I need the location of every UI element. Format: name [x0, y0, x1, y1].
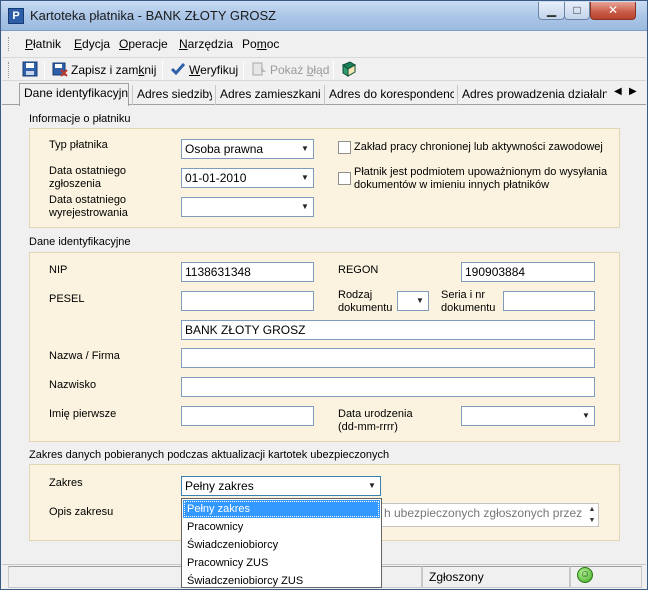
opis-scroll-arrows-icon[interactable]: ▲ ▼	[585, 504, 599, 526]
data-wyrejestrowania-label-line2: wyrejestrowania	[49, 207, 128, 219]
nip-field[interactable]: 1138631348	[181, 262, 314, 282]
zakres-option-pelny[interactable]: Pełny zakres	[183, 500, 380, 518]
data-urodzenia-label-line2: (dd-mm-rrrr)	[338, 421, 398, 433]
platnik-upowazniony-checkbox[interactable]	[338, 172, 351, 185]
zakres-select[interactable]: Pełny zakres ▼	[181, 476, 381, 496]
book-icon	[341, 61, 357, 77]
rodzaj-dokumentu-label-line1: Rodzaj	[338, 289, 373, 301]
tab-scroll-left-icon[interactable]: ◀	[614, 86, 622, 97]
save-close-icon	[52, 61, 68, 77]
regon-field[interactable]: 190903884	[461, 262, 595, 282]
chevron-down-icon[interactable]: ▼	[297, 169, 313, 187]
nazwa-firma-label: Nazwa / Firma	[49, 350, 120, 362]
app-window: P Kartoteka płatnika - BANK ZŁOTY GROSZ …	[0, 0, 648, 590]
typ-platnika-select[interactable]: Osoba prawna ▼	[181, 139, 314, 159]
typ-platnika-label: Typ płatnika	[49, 139, 108, 151]
data-zgloszenia-label-line1: Data ostatniego	[49, 165, 127, 177]
menu-platnik[interactable]: Płatnik	[25, 37, 61, 51]
menu-pomoc[interactable]: Pomoc	[242, 37, 279, 51]
section-title-ident: Dane identyfikacyjne	[29, 236, 131, 248]
menu-bar: Płatnik Edycja Operacje Narzędzia Pomoc	[2, 34, 646, 54]
title-bar[interactable]: P Kartoteka płatnika - BANK ZŁOTY GROSZ …	[1, 1, 647, 31]
menu-narzedzia[interactable]: Narzędzia	[179, 37, 233, 51]
data-zgloszenia-value: 01-01-2010	[185, 171, 247, 185]
tab-adres-siedziby[interactable]: Adres siedziby	[132, 85, 212, 105]
nazwisko-label: Nazwisko	[49, 379, 97, 391]
imie-label: Imię pierwsze	[49, 408, 117, 420]
data-wyrejestrowania-label-line1: Data ostatniego	[49, 194, 127, 206]
section-title-zakres: Zakres danych pobieranych podczas aktual…	[29, 449, 390, 461]
help-book-button[interactable]	[341, 60, 360, 80]
seria-dokumentu-label-line1: Seria i nr	[441, 289, 486, 301]
data-urodzenia-label-line1: Data urodzenia	[338, 408, 413, 420]
tab-adres-prowadzenia-dzialalnosci[interactable]: Adres prowadzenia działalnoś	[457, 85, 607, 105]
section-title-info: Informacje o płatniku	[29, 113, 131, 125]
regon-label: REGON	[338, 264, 379, 276]
save-icon	[22, 61, 38, 77]
toolbar-separator	[162, 61, 163, 79]
seria-dokumentu-field[interactable]	[503, 291, 595, 311]
menu-edycja[interactable]: Edycja	[74, 37, 110, 51]
tab-scroll-right-icon[interactable]: ▶	[629, 86, 637, 97]
tab-strip: Dane identyfikacyjne Adres siedziby Adre…	[2, 83, 646, 106]
toolbar-separator	[243, 61, 244, 79]
chevron-down-icon[interactable]: ▼	[412, 292, 428, 310]
nip-label: NIP	[49, 264, 68, 276]
chevron-down-icon[interactable]: ▼	[364, 477, 380, 495]
toolbar: Zapisz i zamknij Weryfikuj Pokaż błąd	[2, 57, 646, 81]
checkmark-icon	[170, 61, 186, 77]
close-button[interactable]: ✕	[590, 2, 636, 20]
zakres-dropdown-list: Pełny zakres Pracownicy Świadczeniobiorc…	[181, 498, 382, 588]
nazwa-skrocona-field[interactable]: BANK ZŁOTY GROSZ	[181, 320, 595, 340]
tab-dane-identyfikacyjne[interactable]: Dane identyfikacyjne	[19, 83, 129, 106]
status-state: Zgłoszony	[422, 566, 570, 588]
typ-platnika-value: Osoba prawna	[185, 142, 264, 156]
platnik-upowazniony-label-line1: Płatnik jest podmiotem upoważnionym do w…	[354, 166, 608, 178]
smiley-status-icon: ☺	[577, 567, 593, 583]
data-wyrejestrowania-picker[interactable]: ▼	[181, 197, 314, 217]
save-button[interactable]	[22, 60, 41, 80]
data-zgloszenia-picker[interactable]: 01-01-2010 ▼	[181, 168, 314, 188]
save-close-button[interactable]: Zapisz i zamknij	[52, 60, 156, 80]
rodzaj-dokumentu-select[interactable]: ▼	[397, 291, 429, 311]
zakres-option-swiadczeniobiorcy-zus[interactable]: Świadczeniobiorcy ZUS	[183, 572, 380, 590]
opis-zakresu-label: Opis zakresu	[49, 506, 114, 518]
verify-button[interactable]: Weryfikuj	[170, 60, 238, 80]
chevron-down-icon[interactable]: ▼	[297, 198, 313, 216]
show-error-button[interactable]: Pokaż błąd	[251, 60, 329, 80]
zakres-option-pracownicy[interactable]: Pracownicy	[183, 518, 380, 536]
zakres-value: Pełny zakres	[185, 479, 254, 493]
minimize-button[interactable]: ▁	[538, 2, 565, 20]
maximize-button[interactable]: □	[564, 2, 590, 20]
platnik-upowazniony-label-line2: dokumentów w imieniu innych płatników	[354, 179, 550, 191]
tab-adres-do-korespondencji[interactable]: Adres do korespondencji	[324, 85, 454, 105]
zaklad-pracy-label: Zakład pracy chronionej lub aktywności z…	[354, 141, 603, 153]
seria-dokumentu-label-line2: dokumentu	[441, 302, 496, 314]
toolbar-grip	[8, 62, 11, 78]
app-logo-icon: P	[8, 8, 24, 24]
nazwisko-field[interactable]	[181, 377, 595, 397]
toolbar-separator	[333, 61, 334, 79]
data-zgloszenia-label-line2: zgłoszenia	[49, 178, 101, 190]
show-error-icon	[251, 61, 267, 77]
data-urodzenia-picker[interactable]: ▼	[461, 406, 595, 426]
chevron-down-icon[interactable]: ▼	[578, 407, 594, 425]
nazwa-firma-field[interactable]	[181, 348, 595, 368]
pesel-label: PESEL	[49, 293, 85, 305]
zakres-option-swiadczeniobiorcy[interactable]: Świadczeniobiorcy	[183, 536, 380, 554]
window-title: Kartoteka płatnika - BANK ZŁOTY GROSZ	[30, 8, 277, 23]
pesel-field[interactable]	[181, 291, 314, 311]
chevron-down-icon[interactable]: ▼	[297, 140, 313, 158]
menu-operacje[interactable]: Operacje	[119, 37, 168, 51]
zakres-option-pracownicy-zus[interactable]: Pracownicy ZUS	[183, 554, 380, 572]
menu-grip	[8, 37, 11, 51]
zakres-label: Zakres	[49, 477, 83, 489]
tab-adres-zamieszkania[interactable]: Adres zamieszkania	[215, 85, 321, 105]
rodzaj-dokumentu-label-line2: dokumentu	[338, 302, 393, 314]
imie-field[interactable]	[181, 406, 314, 426]
toolbar-separator	[44, 61, 45, 79]
zaklad-pracy-checkbox[interactable]	[338, 141, 351, 154]
